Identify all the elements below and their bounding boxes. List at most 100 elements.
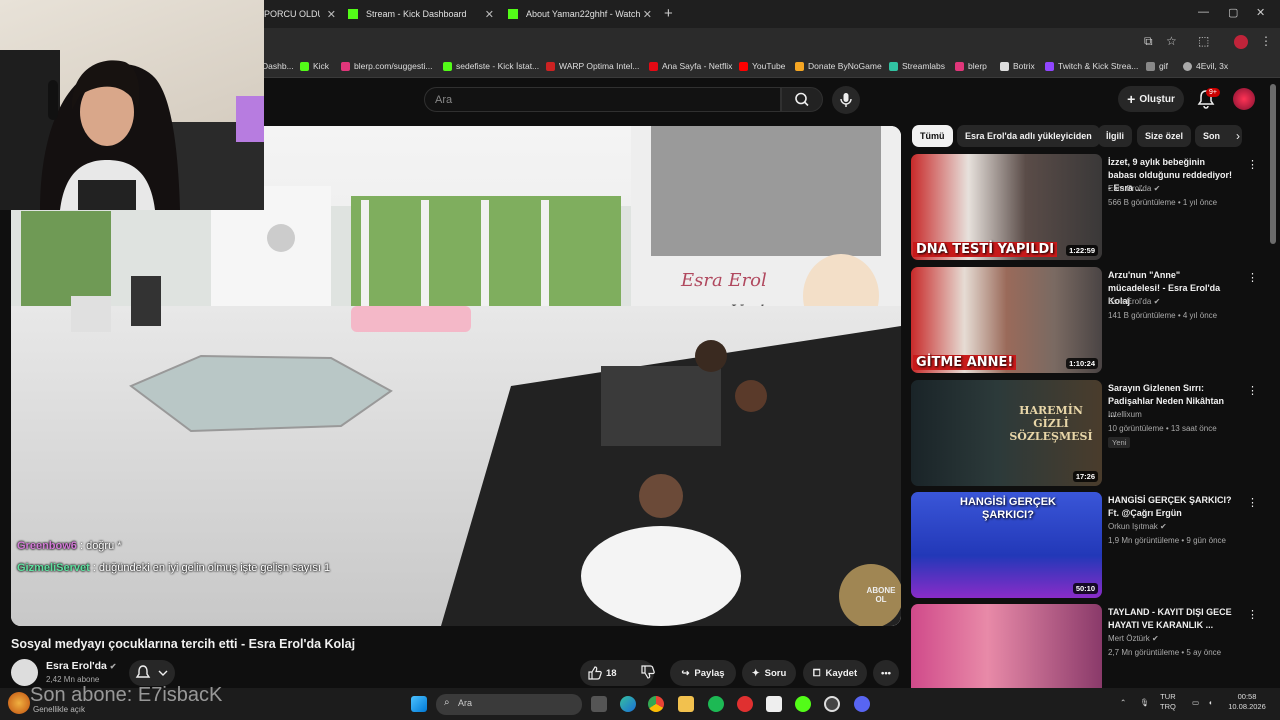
bookmark-item[interactable]: Ana Sayfa - Netflix [649, 61, 732, 71]
channel-avatar[interactable] [11, 659, 38, 686]
taskbar-search-placeholder: Ara [458, 698, 473, 708]
close-window-button[interactable]: ✕ [1256, 6, 1265, 19]
more-options-icon[interactable]: ⋮ [1247, 158, 1258, 171]
page-scrollbar[interactable] [1270, 84, 1276, 244]
minimize-button[interactable]: — [1198, 6, 1209, 18]
bookmark-item[interactable]: 4Evil, 3x [1183, 61, 1228, 71]
clock[interactable]: 00:58 10.08.2026 [1226, 692, 1268, 712]
microphone-icon[interactable]: 🎙 [1140, 698, 1150, 708]
recommendation-item[interactable]: TAYLAND - KAYIT DIŞI GECE HAYATI VE KARA… [911, 604, 1261, 688]
menu-icon[interactable]: ⋮ [1260, 34, 1272, 48]
chrome-icon[interactable] [648, 696, 664, 712]
office-icon[interactable] [766, 696, 782, 712]
tab-kick-dashboard[interactable]: Stream - Kick Dashboard ✕ [348, 4, 494, 24]
notification-badge: 9+ [1206, 88, 1220, 97]
account-avatar[interactable] [1233, 88, 1255, 110]
discord-icon[interactable] [854, 696, 870, 712]
bookmark-item[interactable]: blerp.com/suggesti... [341, 61, 432, 71]
share-button[interactable]: ↪ Paylaş [670, 660, 736, 686]
bookmark-item[interactable]: Twitch & Kick Strea... [1045, 61, 1138, 71]
recommendation-item[interactable]: GİTME ANNE! 1:10:24 Arzu'nun "Anne" müca… [911, 267, 1261, 373]
more-actions-button[interactable]: ••• [873, 660, 899, 686]
chip-uploader[interactable]: Esra Erol'da adlı yükleyiciden [957, 125, 1100, 147]
bookmark-item[interactable]: YouTube [739, 61, 785, 71]
create-button[interactable]: + Oluştur [1118, 86, 1184, 112]
extensions-icon[interactable]: ⬚ [1198, 34, 1209, 48]
tab-porcu[interactable]: PORCU OLDUN ✕ [264, 4, 336, 24]
close-icon[interactable]: ✕ [327, 8, 336, 21]
chat-username: GizmeliServet [17, 562, 90, 574]
bookmark-item[interactable]: Donate ByNoGame [795, 61, 882, 71]
close-icon[interactable]: ✕ [485, 8, 494, 21]
svg-text:Esra Erol: Esra Erol [680, 270, 767, 291]
recommendation-item[interactable]: DNA TESTİ YAPILDI 1:22:59 İzzet, 9 aylık… [911, 154, 1261, 260]
more-options-icon[interactable]: ⋮ [1247, 608, 1258, 621]
like-button[interactable]: 18 [588, 666, 617, 680]
chevron-right-icon[interactable]: › [1236, 129, 1240, 143]
weather-icon[interactable] [8, 692, 30, 714]
more-options-icon[interactable]: ⋮ [1247, 496, 1258, 509]
channel-name[interactable]: Esra Erol'da ✔ [46, 660, 116, 672]
globe-icon [1183, 61, 1192, 71]
search-input[interactable]: Ara [424, 87, 781, 112]
chat-text: : doğru * [76, 540, 122, 552]
task-view-icon[interactable] [591, 696, 607, 712]
dislike-button[interactable] [640, 664, 655, 682]
chip-for-you[interactable]: Size özel [1137, 125, 1192, 147]
save-button[interactable]: ⧠ Kaydet [803, 660, 867, 686]
spotify-icon[interactable] [708, 696, 724, 712]
blerp-icon [955, 61, 964, 71]
obs-icon[interactable] [824, 696, 840, 712]
video-thumbnail[interactable]: HAREMİN GİZLİ SÖZLEŞMESİ 17:26 [911, 380, 1102, 486]
chevron-up-icon[interactable]: ⌃ [1120, 698, 1126, 708]
chip-recent[interactable]: Son [1195, 125, 1242, 147]
video-thumbnail[interactable]: GİTME ANNE! 1:10:24 [911, 267, 1102, 373]
chip-all[interactable]: Tümü [912, 125, 953, 147]
network-icon[interactable]: ▭ [1192, 698, 1199, 708]
recommendation-item[interactable]: HAREMİN GİZLİ SÖZLEŞMESİ 17:26 Sarayın G… [911, 380, 1261, 486]
new-tab-button[interactable]: + [664, 5, 673, 22]
taskbar-search[interactable]: Ara [436, 694, 582, 715]
file-explorer-icon[interactable] [678, 696, 694, 712]
related-filter-chips: Tümü Esra Erol'da adlı yükleyiciden İlgi… [912, 125, 1242, 147]
more-options-icon[interactable]: ⋮ [1247, 271, 1258, 284]
bookmark-item[interactable]: Kick [300, 61, 329, 71]
chip-related[interactable]: İlgili [1098, 125, 1132, 147]
profile-icon[interactable] [1234, 35, 1248, 49]
more-options-icon[interactable]: ⋮ [1247, 384, 1258, 397]
tab-label: PORCU OLDUN [264, 9, 320, 19]
kick-app-icon[interactable] [795, 696, 811, 712]
install-icon[interactable]: ⧉ [1144, 34, 1153, 49]
volume-icon[interactable]: ◖ [1208, 698, 1213, 708]
star-icon[interactable]: ☆ [1166, 34, 1177, 48]
video-thumbnail[interactable]: DNA TESTİ YAPILDI 1:22:59 [911, 154, 1102, 260]
ask-button[interactable]: ✦ Soru [742, 660, 796, 686]
recommendation-item[interactable]: HANGİSİ GERÇEK ŞARKICI? 50:10 HANGİSİ GE… [911, 492, 1261, 598]
close-icon[interactable]: ✕ [643, 8, 652, 21]
rec-title: HANGİSİ GERÇEK ŞARKICI? Ft. @Çağrı Ergün [1108, 495, 1232, 518]
bookmark-item[interactable]: blerp [955, 61, 987, 71]
maximize-button[interactable]: ▢ [1228, 6, 1238, 19]
start-icon[interactable] [411, 696, 427, 712]
tab-kick-about[interactable]: About Yaman22ghhf - Watch Li ✕ [508, 4, 652, 24]
bookmark-item[interactable]: Dashb... [262, 61, 294, 71]
search-button[interactable] [781, 87, 823, 112]
language-indicator[interactable]: TUR TRQ [1160, 692, 1176, 712]
voice-search-button[interactable] [832, 86, 860, 114]
microphone-icon [840, 93, 852, 107]
video-thumbnail[interactable]: HANGİSİ GERÇEK ŞARKICI? 50:10 [911, 492, 1102, 598]
subscribed-notify-button[interactable] [129, 660, 175, 686]
new-badge: Yeni [1108, 437, 1131, 448]
app-icon[interactable] [737, 696, 753, 712]
bookmark-item[interactable]: gif [1146, 61, 1168, 71]
bookmark-item[interactable]: Botrix [1000, 61, 1035, 71]
duration-badge: 1:22:59 [1066, 245, 1098, 256]
edge-icon[interactable] [620, 696, 636, 712]
stream-chat-line: GizmeliServet : düğündeki en iyi gelin o… [17, 562, 330, 574]
bookmark-item[interactable]: sedefiste - Kick İstat... [443, 61, 539, 71]
kick-icon [443, 61, 452, 71]
bookmark-item[interactable]: Streamlabs [889, 61, 945, 71]
video-thumbnail[interactable] [911, 604, 1102, 688]
channel-name-text: Esra Erol'da [46, 660, 107, 672]
bookmark-item[interactable]: WARP Optima Intel... [546, 61, 639, 71]
